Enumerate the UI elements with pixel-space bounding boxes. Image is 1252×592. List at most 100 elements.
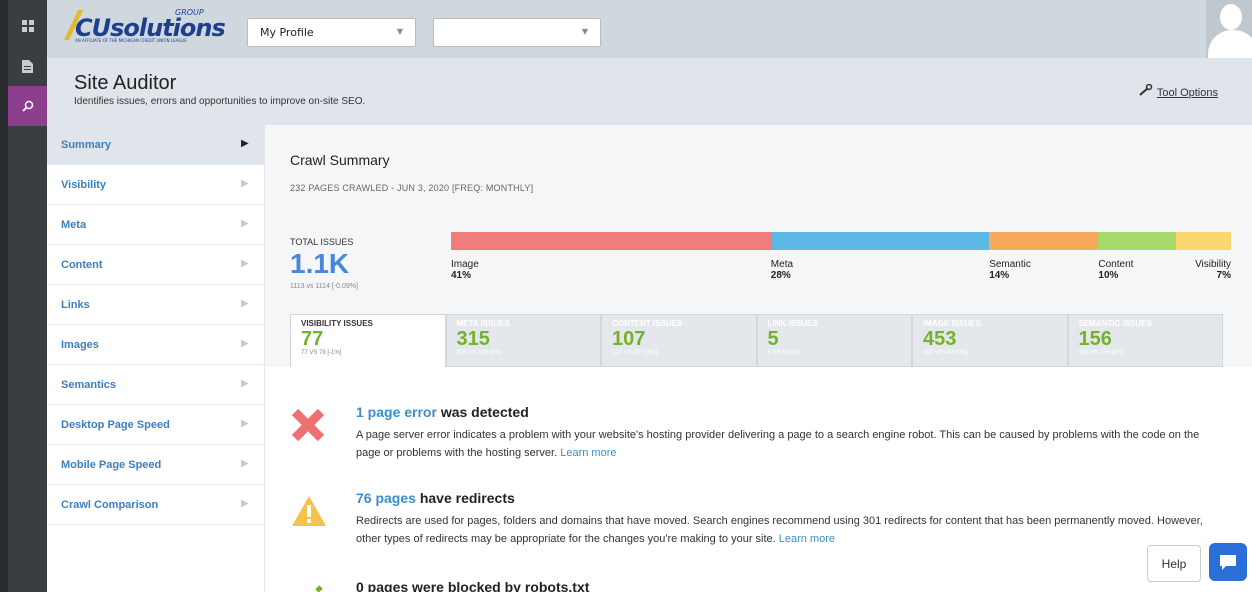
sidebar-item-summary[interactable]: Summary ▶: [47, 125, 264, 165]
sidebar-item-visibility[interactable]: Visibility ▶: [47, 165, 264, 205]
bar-label-pct: 41%: [451, 270, 472, 281]
tab-value: 5: [767, 328, 779, 350]
arrow-right-icon: ▶: [241, 378, 249, 389]
sidebar-item-links[interactable]: Links ▶: [47, 285, 264, 325]
sidebar-item-crawl-comparison[interactable]: Crawl Comparison ▶: [47, 485, 264, 525]
main-content: Crawl Summary 232 PAGES CRAWLED - JUN 3,…: [265, 125, 1252, 592]
alert-title-rest: was detected: [436, 404, 529, 420]
tab-compare: 5 VS 5 [0%]: [767, 350, 800, 356]
sidebar-item-label: Meta: [61, 219, 87, 231]
secondary-select[interactable]: ▼: [433, 18, 601, 47]
sidebar-item-label: Images: [61, 339, 99, 351]
sidebar-item-desktop-page-speed[interactable]: Desktop Page Speed ▶: [47, 405, 264, 445]
bar-segment-semantic: [989, 232, 1099, 250]
tab-meta-issues[interactable]: META ISSUES 315 315 VS 315 [0%]: [445, 314, 601, 367]
arrow-right-icon: ▶: [241, 418, 249, 429]
learn-more-link[interactable]: Learn more: [560, 447, 616, 459]
tab-image-issues[interactable]: IMAGE ISSUES 453 453 VS 453 [0%]: [912, 314, 1068, 367]
top-bar: GROUP CUsolutions AN AFFILIATE OF THE MI…: [47, 0, 1252, 58]
tab-title: CONTENT ISSUES: [612, 319, 683, 328]
bar-label-pct: 28%: [770, 270, 791, 281]
alert-body-text: A page server error indicates a problem …: [356, 429, 1200, 459]
bar-label-pct: 10%: [1098, 270, 1119, 281]
error-x-icon: [291, 408, 325, 442]
tool-options-label: Tool Options: [1156, 87, 1218, 99]
sidebar-item-label: Mobile Page Speed: [61, 459, 162, 471]
tab-compare: 77 VS 78 [-1%]: [301, 350, 342, 356]
bar-label-name: Image: [451, 259, 479, 270]
page-header: Site Auditor Identifies issues, errors a…: [47, 58, 1252, 125]
bar-segment-meta: [770, 232, 990, 250]
wrench-icon: [1139, 83, 1153, 99]
arrow-right-icon: ▶: [241, 298, 249, 309]
page-subtitle: Identifies issues, errors and opportunit…: [74, 96, 366, 107]
issue-breakdown-bar: [451, 232, 1231, 250]
bar-label-content: Content 10%: [1098, 259, 1133, 281]
bar-label-pct: 7%: [1216, 270, 1231, 281]
sidebar-item-meta[interactable]: Meta ▶: [47, 205, 264, 245]
total-issues-value: 1.1K: [290, 248, 350, 279]
warning-icon: [291, 494, 326, 528]
sidebar-item-content[interactable]: Content ▶: [47, 245, 264, 285]
help-button[interactable]: Help: [1147, 545, 1201, 582]
alert-title-rest: 0 pages were blocked by robots.txt: [356, 579, 590, 592]
sidebar-item-label: Content: [61, 259, 103, 271]
alert-body: A page server error indicates a problem …: [356, 426, 1226, 462]
profile-select[interactable]: My Profile ▼: [247, 18, 416, 47]
alert-title: 76 pages have redirects: [356, 490, 515, 506]
alert-body: Redirects are used for pages, folders an…: [356, 512, 1226, 548]
tab-link-issues[interactable]: LINK ISSUES 5 5 VS 5 [0%]: [756, 314, 912, 367]
bar-label-name: Visibility: [1195, 259, 1231, 270]
cusolutions-logo[interactable]: GROUP CUsolutions AN AFFILIATE OF THE MI…: [64, 8, 235, 48]
bar-label-name: Meta: [770, 259, 794, 270]
tab-compare: 107 VS 107 [0%]: [612, 350, 658, 356]
sidebar-item-mobile-page-speed[interactable]: Mobile Page Speed ▶: [47, 445, 264, 485]
bar-segment-content: [1098, 232, 1177, 250]
tab-semantic-issues[interactable]: SEMANTIC ISSUES 156 156 VS 156 [0%]: [1067, 314, 1223, 367]
tab-title: VISIBILITY ISSUES: [301, 319, 373, 328]
sidebar-item-label: Visibility: [61, 179, 107, 191]
tab-content-issues[interactable]: CONTENT ISSUES 107 107 VS 107 [0%]: [601, 314, 757, 367]
tab-value: 315: [456, 328, 490, 350]
alert-title-rest: have redirects: [415, 490, 515, 506]
left-rail: [0, 0, 47, 592]
sidebar-item-label: Semantics: [61, 379, 117, 391]
chevron-down-icon: ▼: [396, 27, 403, 36]
sidebar-item-label: Summary: [61, 139, 112, 151]
arrow-right-icon: ▶: [241, 258, 249, 269]
alert-title: 1 page error was detected: [356, 404, 529, 420]
arrow-right-icon: ▶: [241, 458, 249, 469]
crawl-summary-panel: Crawl Summary 232 PAGES CRAWLED - JUN 3,…: [265, 125, 1252, 367]
bar-label-semantic: Semantic 14%: [989, 259, 1031, 281]
chat-icon: [1220, 555, 1236, 570]
learn-more-link[interactable]: Learn more: [779, 533, 835, 545]
user-avatar[interactable]: [1206, 0, 1252, 58]
arrow-right-icon: ▶: [241, 178, 249, 189]
bar-label-name: Semantic: [989, 259, 1031, 270]
crawl-meta: 232 PAGES CRAWLED - JUN 3, 2020 [FREQ: M…: [290, 183, 534, 193]
tab-value: 156: [1078, 328, 1112, 350]
total-issues-label: TOTAL ISSUES: [290, 237, 354, 247]
sidebar-item-images[interactable]: Images ▶: [47, 325, 264, 365]
dashboard-grid-icon[interactable]: [8, 6, 47, 46]
document-icon[interactable]: [8, 46, 47, 86]
tab-title: LINK ISSUES: [767, 319, 818, 328]
alert-title-link[interactable]: 76 pages: [356, 490, 416, 506]
sidebar-item-label: Crawl Comparison: [61, 499, 159, 511]
sidebar-item-label: Links: [61, 299, 90, 311]
sidebar-item-semantics[interactable]: Semantics ▶: [47, 365, 264, 405]
app-root: GROUP CUsolutions AN AFFILIATE OF THE MI…: [0, 0, 1252, 592]
tool-options-link[interactable]: Tool Options: [1139, 83, 1218, 99]
arrow-right-icon: ▶: [241, 138, 249, 149]
tab-value: 77: [301, 328, 324, 350]
sidebar-item-label: Desktop Page Speed: [61, 419, 170, 431]
bar-label-visibility: Visibility 7%: [1195, 259, 1231, 281]
profile-select-value: My Profile: [260, 26, 314, 39]
chat-button[interactable]: [1209, 543, 1247, 581]
search-audit-icon[interactable]: [8, 86, 47, 126]
total-issues-compare: 1113 vs 1114 [-0.09%]: [290, 283, 358, 290]
alert-title-link[interactable]: 1 page error: [356, 404, 437, 420]
bar-segment-visibility: [1176, 232, 1231, 250]
arrow-right-icon: ▶: [241, 338, 249, 349]
tab-visibility-issues[interactable]: VISIBILITY ISSUES 77 77 VS 78 [-1%]: [290, 314, 446, 367]
